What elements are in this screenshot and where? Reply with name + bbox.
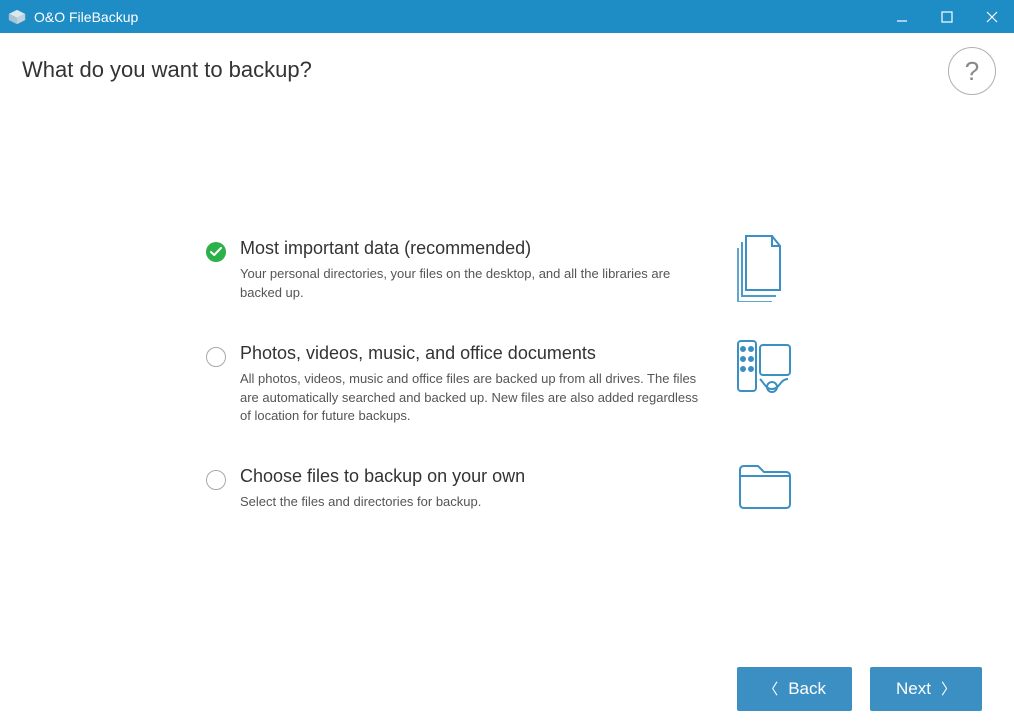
minimize-button[interactable] xyxy=(879,0,924,33)
option-title: Choose files to backup on your own xyxy=(240,466,710,487)
page-title: What do you want to backup? xyxy=(22,57,992,83)
backup-options: Most important data (recommended) Your p… xyxy=(206,238,826,512)
help-button[interactable]: ? xyxy=(948,47,996,95)
window-controls xyxy=(879,0,1014,33)
main-content: What do you want to backup? ? Most impor… xyxy=(0,33,1014,651)
window-title: O&O FileBackup xyxy=(34,9,879,25)
option-text: Photos, videos, music, and office docume… xyxy=(240,343,710,427)
option-media[interactable]: Photos, videos, music, and office docume… xyxy=(206,343,826,427)
option-description: Select the files and directories for bac… xyxy=(240,493,710,512)
media-icon xyxy=(736,339,794,400)
option-description: Your personal directories, your files on… xyxy=(240,265,710,303)
option-text: Choose files to backup on your own Selec… xyxy=(240,466,710,512)
help-icon: ? xyxy=(965,58,979,84)
folder-icon xyxy=(736,462,794,515)
option-choose-files[interactable]: Choose files to backup on your own Selec… xyxy=(206,466,826,512)
next-button[interactable]: Next 〉 xyxy=(870,667,982,711)
back-button[interactable]: 〈 Back xyxy=(737,667,852,711)
chevron-right-icon: 〉 xyxy=(941,678,956,699)
maximize-button[interactable] xyxy=(924,0,969,33)
option-description: All photos, videos, music and office fil… xyxy=(240,370,710,427)
radio-selected-icon xyxy=(206,242,226,262)
chevron-left-icon: 〈 xyxy=(763,678,778,699)
radio-unselected-icon xyxy=(206,470,226,490)
option-most-important[interactable]: Most important data (recommended) Your p… xyxy=(206,238,826,303)
files-icon xyxy=(736,234,790,307)
footer: 〈 Back Next 〉 xyxy=(0,651,1014,726)
next-label: Next xyxy=(896,679,931,699)
radio-unselected-icon xyxy=(206,347,226,367)
option-title: Photos, videos, music, and office docume… xyxy=(240,343,710,364)
app-icon xyxy=(8,8,26,26)
option-text: Most important data (recommended) Your p… xyxy=(240,238,710,303)
option-title: Most important data (recommended) xyxy=(240,238,710,259)
close-button[interactable] xyxy=(969,0,1014,33)
titlebar: O&O FileBackup xyxy=(0,0,1014,33)
back-label: Back xyxy=(788,679,826,699)
